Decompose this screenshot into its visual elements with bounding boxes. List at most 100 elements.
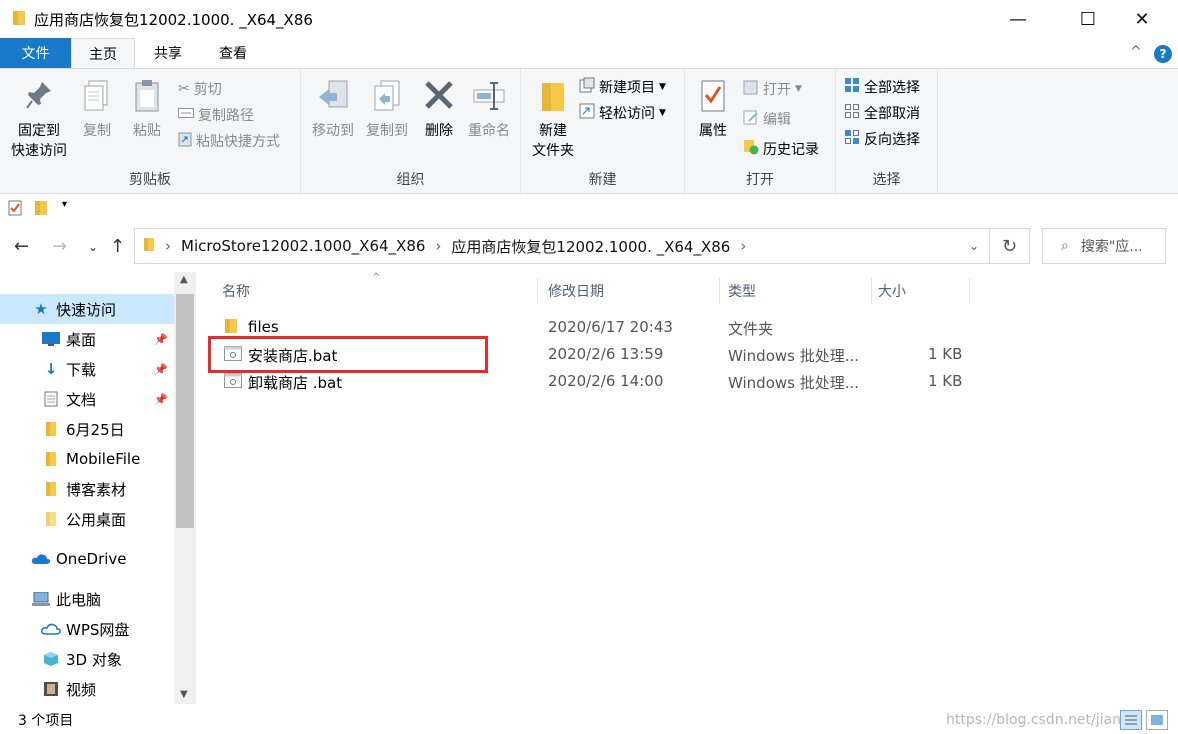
open-button[interactable]: 打开 ▼	[743, 79, 802, 99]
invert-selection-button[interactable]: 反向选择	[844, 129, 920, 149]
desktop-icon	[40, 332, 62, 346]
column-date[interactable]: 修改日期	[548, 278, 720, 304]
column-name[interactable]: 名称	[222, 278, 538, 304]
recent-locations-icon[interactable]: ⌄	[88, 240, 98, 254]
dropdown-arrow-icon: ▼	[659, 82, 666, 92]
nav-item-folder[interactable]: 6月25日	[0, 414, 174, 444]
help-icon[interactable]: ?	[1154, 45, 1172, 63]
scroll-up-icon[interactable]: ▲	[180, 274, 188, 285]
breadcrumb-segment[interactable]: MicroStore12002.1000_X64_X86	[181, 237, 425, 255]
refresh-button[interactable]: ↻	[990, 228, 1030, 264]
properties-button[interactable]: 属性	[689, 79, 737, 141]
rename-button[interactable]: 重命名	[463, 79, 515, 141]
new-item-button[interactable]: 新建项目 ▼	[579, 77, 666, 97]
window-title: 应用商店恢复包12002.1000. _X64_X86	[34, 11, 313, 29]
nav-this-pc[interactable]: 此电脑	[0, 584, 174, 614]
nav-item-folder[interactable]: MobileFile	[0, 444, 174, 474]
chevron-right-icon[interactable]: ›	[435, 237, 441, 255]
file-date: 2020/6/17 20:43	[548, 318, 673, 336]
chevron-right-icon[interactable]: ›	[740, 237, 746, 255]
nav-item-wps[interactable]: WPS网盘	[0, 614, 174, 644]
copy-button[interactable]: 复制	[74, 79, 120, 141]
select-all-button[interactable]: 全部选择	[844, 77, 920, 97]
large-icons-view-icon	[1147, 715, 1167, 733]
nav-item-folder[interactable]: 博客素材	[0, 474, 174, 504]
file-size: 1 KB	[928, 372, 963, 390]
nav-scrollbar[interactable]: ▲ ▼	[174, 272, 196, 704]
refresh-icon: ↻	[1001, 235, 1018, 257]
new-folder-button[interactable]: 新建 文件夹	[525, 79, 581, 161]
file-type: Windows 批处理...	[728, 374, 860, 392]
invert-selection-icon	[844, 129, 860, 149]
copy-path-button[interactable]: 复制路径	[178, 105, 254, 125]
minimize-button[interactable]: —	[995, 0, 1041, 38]
nav-onedrive[interactable]: OneDrive	[0, 544, 174, 574]
paste-button[interactable]: 粘贴	[124, 79, 170, 141]
dropdown-arrow-icon: ▼	[795, 84, 802, 94]
chevron-right-icon[interactable]: ›	[165, 237, 171, 255]
rename-icon	[463, 79, 515, 119]
customize-toolbar-icon[interactable]: ▾	[62, 199, 67, 210]
folder-icon	[12, 10, 26, 30]
nav-item-videos[interactable]: 视频	[0, 674, 174, 704]
folder-icon	[224, 318, 238, 338]
tab-view[interactable]: 查看	[205, 38, 261, 68]
cloud-icon	[30, 553, 52, 565]
back-arrow-icon[interactable]: ←	[14, 236, 29, 257]
document-icon	[40, 391, 62, 407]
pin-icon[interactable]: 📌	[154, 363, 168, 376]
nav-item-folder[interactable]: 公用桌面	[0, 504, 174, 534]
nav-item-3d-objects[interactable]: 3D 对象	[0, 644, 174, 674]
nav-item-desktop[interactable]: 桌面 📌	[0, 324, 174, 354]
history-button[interactable]: 历史记录	[743, 139, 819, 159]
select-none-button[interactable]: 全部取消	[844, 103, 920, 123]
collapse-ribbon-icon[interactable]: ^	[1130, 44, 1142, 60]
address-input[interactable]: › MicroStore12002.1000_X64_X86 › 应用商店恢复包…	[134, 228, 990, 264]
search-icon: ⌕	[1061, 238, 1069, 254]
folder-icon	[143, 237, 155, 256]
delete-button[interactable]: 删除	[415, 79, 463, 141]
pin-icon[interactable]: 📌	[154, 393, 168, 406]
breadcrumb-segment[interactable]: 应用商店恢复包12002.1000. _X64_X86	[451, 236, 730, 257]
forward-arrow-icon[interactable]: →	[52, 236, 67, 257]
scroll-thumb[interactable]	[176, 294, 194, 528]
cut-button[interactable]: ✂ 剪切	[178, 79, 222, 99]
chevron-down-icon[interactable]: ⌄	[969, 239, 979, 253]
scroll-down-icon[interactable]: ▼	[180, 689, 188, 700]
tab-share[interactable]: 共享	[140, 38, 196, 68]
organize-group-label: 组织	[396, 172, 425, 188]
pin-icon[interactable]: 📌	[154, 333, 168, 346]
tab-home[interactable]: 主页	[71, 38, 135, 68]
column-size[interactable]: 大小	[878, 278, 970, 304]
search-placeholder: 搜索"应...	[1080, 239, 1143, 255]
pin-quick-access-button[interactable]: 固定到 快速访问	[6, 79, 72, 161]
paste-shortcut-button[interactable]: 粘贴快捷方式	[178, 131, 280, 151]
file-date: 2020/2/6 14:00	[548, 372, 664, 390]
new-folder-icon[interactable]	[34, 200, 48, 220]
up-arrow-icon[interactable]: ↑	[110, 236, 125, 257]
maximize-button[interactable]: ☐	[1065, 0, 1111, 38]
batch-file-icon	[224, 373, 242, 392]
edit-button[interactable]: 编辑	[743, 109, 791, 129]
nav-item-documents[interactable]: 文档 📌	[0, 384, 174, 414]
nav-item-downloads[interactable]: ↓ 下载 📌	[0, 354, 174, 384]
move-to-button[interactable]: 移动到	[305, 79, 361, 141]
search-input[interactable]: ⌕ 搜索"应...	[1042, 228, 1166, 264]
close-button[interactable]: ✕	[1119, 0, 1165, 38]
new-folder-icon	[525, 79, 581, 119]
details-view-button[interactable]	[1120, 710, 1142, 730]
new-item-icon	[579, 77, 595, 97]
easy-access-button[interactable]: 轻松访问 ▼	[579, 103, 666, 123]
properties-check-icon[interactable]	[8, 200, 22, 220]
tab-file[interactable]: 文件	[0, 38, 71, 68]
details-view-icon	[1121, 715, 1141, 733]
edit-pencil-icon	[743, 109, 759, 129]
column-type[interactable]: 类型	[728, 278, 872, 304]
file-type: Windows 批处理...	[728, 347, 860, 365]
copy-to-button[interactable]: 复制到	[359, 79, 415, 141]
nav-quick-access[interactable]: ★ 快速访问	[0, 294, 174, 324]
large-icons-view-button[interactable]	[1146, 710, 1168, 730]
folder-icon	[40, 481, 62, 497]
download-arrow-icon: ↓	[44, 360, 58, 378]
new-group-label: 新建	[588, 172, 617, 188]
